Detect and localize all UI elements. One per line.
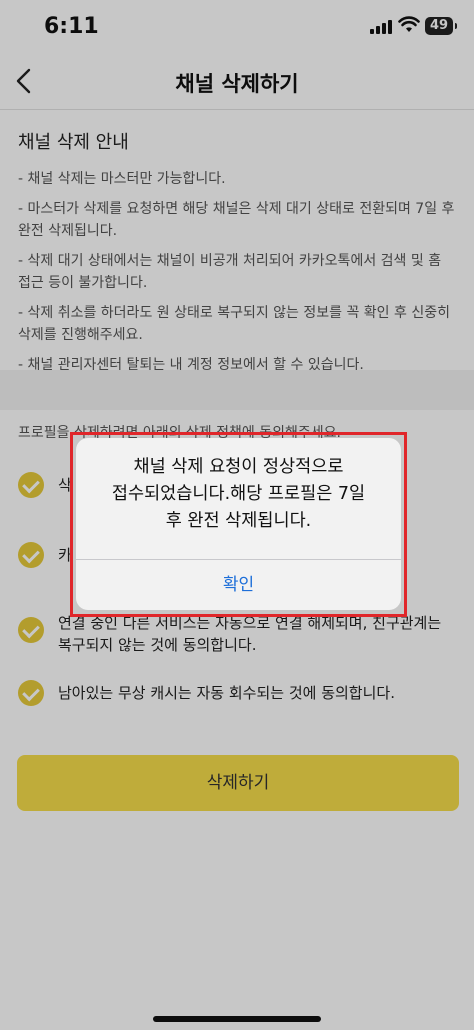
alert-dialog: 채널 삭제 요청이 정상적으로 접수되었습니다.해당 프로필은 7일 후 완전 … [76,438,401,610]
dialog-message: 채널 삭제 요청이 정상적으로 접수되었습니다.해당 프로필은 7일 후 완전 … [76,454,401,535]
confirm-button[interactable]: 확인 [76,560,401,610]
dialog-message-line: 후 완전 삭제됩니다. [165,511,312,531]
dialog-message-line: 접수되었습니다.해당 프로필은 7일 [111,484,366,504]
dialog-message-line: 채널 삭제 요청이 정상적으로 [133,457,344,477]
